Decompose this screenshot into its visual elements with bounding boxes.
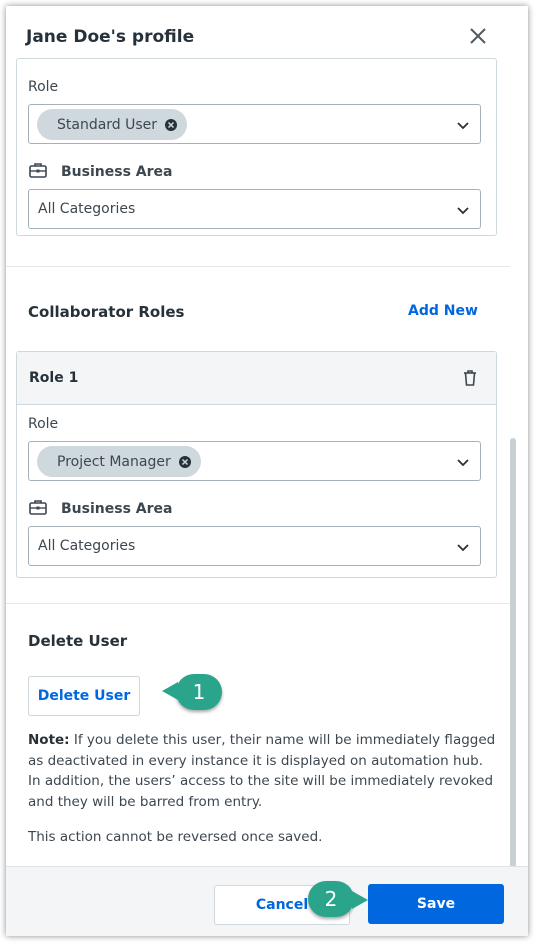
collab-role-select[interactable]: Project Manager: [28, 441, 481, 481]
callout-1-label: 1: [192, 680, 206, 704]
collaborator-roles-title: Collaborator Roles: [28, 303, 185, 321]
panel-footer: Cancel Save 2: [6, 866, 528, 936]
panel-content: Role Standard User Business Area All Cat…: [6, 58, 528, 874]
delete-user-button[interactable]: Delete User: [28, 676, 140, 716]
close-icon[interactable]: [466, 24, 490, 48]
remove-chip-icon[interactable]: [178, 455, 191, 468]
save-button[interactable]: Save: [368, 884, 504, 924]
profile-panel: Jane Doe's profile Role Standard User Bu…: [6, 6, 528, 936]
briefcase-icon: [29, 163, 47, 178]
role-chip: Standard User: [37, 109, 188, 140]
collab-business-area-label: Business Area: [61, 501, 173, 517]
delete-user-title: Delete User: [28, 632, 128, 650]
section-divider: [6, 266, 510, 267]
collab-business-area-select[interactable]: All Categories: [28, 526, 481, 566]
role-chip-label: Standard User: [57, 116, 158, 133]
business-area-label: Business Area: [61, 164, 173, 180]
delete-note: Note: If you delete this user, their nam…: [28, 730, 498, 812]
collab-business-area-value: All Categories: [38, 538, 136, 554]
callout-1: 1: [162, 674, 222, 710]
trash-icon[interactable]: [463, 369, 477, 387]
role-label: Role: [28, 79, 59, 95]
role-card-header-label: Role 1: [29, 370, 79, 386]
collab-role-chip: Project Manager: [37, 446, 201, 477]
collab-role-label: Role: [28, 416, 59, 432]
role-card-header: Role 1: [17, 352, 496, 405]
business-area-value: All Categories: [38, 201, 136, 217]
briefcase-icon: [29, 500, 47, 515]
callout-2: 2: [308, 881, 368, 917]
callout-2-label: 2: [324, 887, 338, 911]
scrollbar[interactable]: [510, 438, 516, 868]
chevron-down-icon: [457, 122, 469, 130]
chevron-down-icon: [457, 544, 469, 552]
collab-role-chip-label: Project Manager: [57, 453, 171, 470]
chevron-down-icon: [457, 207, 469, 215]
note-text: If you delete this user, their name will…: [28, 732, 496, 810]
remove-chip-icon[interactable]: [165, 118, 178, 131]
section-divider: [6, 603, 510, 604]
add-new-link[interactable]: Add New: [408, 303, 478, 319]
callout-arrow: [162, 682, 178, 700]
irreversible-text: This action cannot be reversed once save…: [28, 829, 323, 845]
business-area-select[interactable]: All Categories: [28, 189, 481, 229]
callout-arrow: [352, 891, 368, 909]
role-select[interactable]: Standard User: [28, 104, 481, 144]
note-prefix: Note:: [28, 732, 70, 748]
chevron-down-icon: [457, 459, 469, 467]
panel-title: Jane Doe's profile: [26, 27, 195, 47]
